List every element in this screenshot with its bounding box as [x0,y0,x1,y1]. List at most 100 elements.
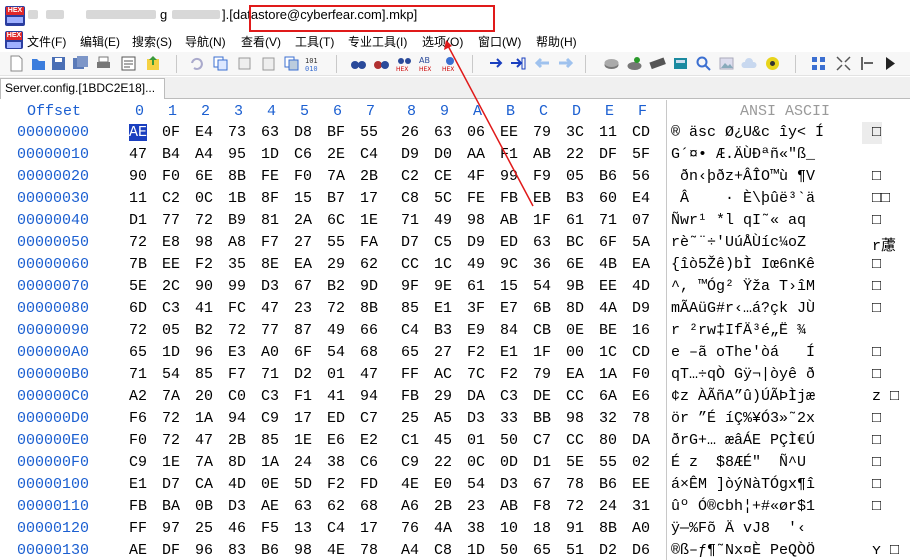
hex-byte[interactable]: E8 [162,234,180,251]
hex-byte[interactable]: 1E [360,212,378,229]
hex-byte[interactable]: F0 [294,168,312,185]
hex-byte[interactable]: 7B [129,256,147,273]
hex-byte[interactable]: 01 [327,366,345,383]
find-replace-icon[interactable] [373,55,390,72]
hex-byte[interactable]: BA [162,498,180,515]
hex-byte[interactable]: 76 [401,520,419,537]
hex-byte[interactable]: C6 [294,146,312,163]
hex-byte[interactable]: E6 [327,432,345,449]
hex-byte[interactable]: D9 [467,234,485,251]
hex-byte[interactable]: 01 [467,432,485,449]
hex-byte[interactable]: 7A [162,388,180,405]
search-zoom-icon[interactable] [695,55,712,72]
hex-byte[interactable]: 71 [599,212,617,229]
hex-byte[interactable]: 72 [228,322,246,339]
undo-icon[interactable] [188,55,205,72]
hex-byte[interactable]: 55 [327,234,345,251]
hex-byte[interactable]: CC [566,388,584,405]
ascii-text[interactable]: rè˜¨÷'UúÅÙíc¼oZ [671,234,806,251]
hex-byte[interactable]: 0E [566,322,584,339]
hex-byte[interactable]: D3 [500,476,518,493]
hex-byte[interactable]: 2E [327,146,345,163]
hex-byte[interactable]: CD [632,344,650,361]
hex-byte[interactable]: 4E [401,476,419,493]
hex-byte[interactable]: 78 [632,410,650,427]
hex-byte[interactable]: 87 [294,322,312,339]
hex-byte[interactable]: B6 [261,542,279,559]
hex-byte[interactable]: 2B [360,168,378,185]
hex-byte[interactable]: 1D [467,542,485,559]
hex-byte[interactable]: 38 [467,520,485,537]
properties-icon[interactable] [120,55,137,72]
hex-byte[interactable]: 1F [533,212,551,229]
hex-editor-view[interactable]: Offset 0123456789ABCDEF ANSI ASCII 00000… [0,100,910,560]
hex-byte[interactable]: 79 [533,124,551,141]
hex-byte[interactable]: F2 [327,476,345,493]
hex-byte[interactable]: 5C [434,190,452,207]
hex-byte[interactable]: 54 [327,344,345,361]
ascii-text[interactable]: ® äsc Ø¿U&c îy< Í [671,124,824,141]
hex-byte[interactable]: 17 [360,190,378,207]
hex-byte[interactable]: C9 [129,454,147,471]
hex-byte[interactable]: 1D [162,344,180,361]
hex-byte[interactable]: C8 [434,542,452,559]
hex-byte[interactable]: 72 [327,300,345,317]
hex-byte[interactable]: 35 [228,256,246,273]
run-icon[interactable] [882,55,899,72]
cloud-icon[interactable] [741,55,758,72]
hex-byte[interactable]: 63 [434,124,452,141]
ascii-text[interactable]: {îò5Žê)bÌ Iœ6nKê [671,256,815,273]
hex-byte[interactable]: DF [162,542,180,559]
hex-byte[interactable]: A5 [434,410,452,427]
ascii-text[interactable]: ðn‹þðz+ÂÎO™ù ¶V [671,168,815,185]
expand-icon[interactable] [835,55,852,72]
hex-byte[interactable]: 7C [467,366,485,383]
hex-byte[interactable]: 55 [599,454,617,471]
hex-byte[interactable]: 6D [129,300,147,317]
hex-byte[interactable]: CA [195,476,213,493]
hex-byte[interactable]: A4 [195,146,213,163]
hex-byte[interactable]: 49 [327,322,345,339]
hex-byte[interactable]: C0 [228,388,246,405]
hex-byte[interactable]: 15 [500,278,518,295]
hex-byte[interactable]: 23 [467,498,485,515]
hex-byte[interactable]: 24 [294,454,312,471]
hex-byte[interactable]: FF [401,366,419,383]
hex-byte[interactable]: 83 [228,542,246,559]
hex-byte[interactable]: 61 [467,278,485,295]
hex-byte[interactable]: 85 [261,432,279,449]
hex-byte[interactable]: 0C [467,454,485,471]
hex-byte[interactable]: DA [632,432,650,449]
hex-byte[interactable]: 47 [129,146,147,163]
hex-byte[interactable]: E1 [129,476,147,493]
hex-byte[interactable]: B3 [566,190,584,207]
hex-byte[interactable]: 84 [500,322,518,339]
hex-byte[interactable]: EE [500,124,518,141]
hex-byte[interactable]: 85 [401,300,419,317]
hex-byte[interactable]: 6F [294,344,312,361]
hex-byte[interactable]: FD [360,476,378,493]
hex-byte[interactable]: C3 [500,388,518,405]
hex-byte[interactable]: 67 [294,278,312,295]
hex-byte[interactable]: 65 [533,542,551,559]
hex-byte[interactable]: C3 [162,300,180,317]
menu-pro-tools[interactable]: 专业工具(I) [348,33,407,50]
hex-byte[interactable]: AE [129,542,147,559]
hex-byte[interactable]: 2B [228,432,246,449]
hex-byte[interactable]: B6 [599,168,617,185]
hex-byte[interactable]: B3 [434,322,452,339]
hex-byte[interactable]: 1B [228,190,246,207]
ascii-text[interactable]: mÃAüG#r‹…á?çk JÙ [671,300,815,317]
hex-byte[interactable]: 72 [566,498,584,515]
ascii-text[interactable]: ^, ™Óg² Ÿža T›îM [671,278,815,295]
hex-byte[interactable]: C7 [533,432,551,449]
hex-byte[interactable]: C8 [401,190,419,207]
hex-byte[interactable]: AB [500,212,518,229]
hex-byte[interactable]: 71 [401,212,419,229]
hex-byte[interactable]: D6 [632,542,650,559]
hex-byte[interactable]: 90 [129,168,147,185]
hex-byte[interactable]: 8B [360,300,378,317]
hex-byte[interactable]: F0 [129,432,147,449]
hex-byte[interactable]: 62 [327,498,345,515]
hex-byte[interactable]: 15 [294,190,312,207]
